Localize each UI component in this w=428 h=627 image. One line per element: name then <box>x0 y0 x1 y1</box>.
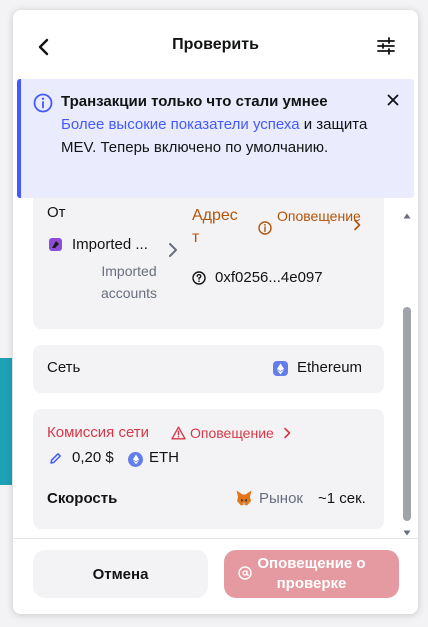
header: Проверить <box>13 10 418 80</box>
scroll-up-arrow-icon[interactable] <box>403 213 411 219</box>
to-label: Адрес т <box>192 207 238 246</box>
from-account-name[interactable]: Imported ... <box>72 236 148 253</box>
chevron-right-icon[interactable] <box>353 219 361 231</box>
network-label: Сеть <box>47 359 81 376</box>
sliders-icon <box>377 37 395 55</box>
arrow-right-icon <box>169 243 177 257</box>
network-fee-card: Комиссия сети Оповещение 0,20 $ ETH Скор… <box>33 409 384 529</box>
fee-alert-label[interactable]: Оповещение <box>190 425 274 441</box>
confirm-popup: Проверить Транзакции только что стали ум… <box>13 10 418 614</box>
close-icon[interactable] <box>386 93 400 107</box>
speed-label: Скорость <box>47 490 118 507</box>
info-banner: Транзакции только что стали умнее Более … <box>17 79 414 198</box>
footer: Отмена Оповещение о проверке <box>13 538 418 614</box>
page-title: Проверить <box>172 36 259 53</box>
scrollbar-thumb[interactable] <box>403 307 411 521</box>
fee-label: Комиссия сети <box>47 424 150 441</box>
background-panel <box>0 358 12 485</box>
banner-text: Транзакции только что стали умнее Более … <box>61 90 381 159</box>
fee-amount: 0,20 $ <box>72 449 114 466</box>
from-account-group: Imported accounts <box>100 263 158 301</box>
edit-pencil-icon[interactable] <box>49 452 62 465</box>
question-icon <box>192 271 206 285</box>
network-card: Сеть Ethereum <box>33 345 384 393</box>
review-alert-button[interactable]: Оповещение о проверке <box>224 550 399 598</box>
eth-token-icon <box>128 452 143 467</box>
banner-link[interactable]: Более высокие показатели успеха <box>61 116 300 133</box>
settings-button[interactable] <box>375 35 397 57</box>
network-value: Ethereum <box>297 359 363 376</box>
info-icon <box>33 93 53 113</box>
fee-currency: ETH <box>149 449 179 466</box>
to-address[interactable]: 0xf0256...4e097 <box>215 269 323 286</box>
scrollbar[interactable] <box>401 198 413 538</box>
speed-time: ~1 сек. <box>318 490 366 507</box>
account-avatar-icon <box>49 238 62 251</box>
warning-triangle-icon <box>171 426 186 440</box>
ethereum-icon <box>273 361 288 376</box>
speed-mode[interactable]: Рынок <box>259 490 303 507</box>
details-scroll-area[interactable]: От Imported ... Imported accounts Адрес т… <box>13 198 418 538</box>
metamask-fox-icon <box>236 490 252 506</box>
chevron-right-icon[interactable] <box>283 427 291 439</box>
to-alert-label[interactable]: Оповещение <box>277 205 361 227</box>
from-to-card: От Imported ... Imported accounts Адрес т… <box>33 198 384 329</box>
banner-title: Транзакции только что стали умнее <box>61 93 328 110</box>
cancel-button[interactable]: Отмена <box>33 550 208 598</box>
alert-icon <box>238 566 252 580</box>
from-label: От <box>47 204 66 221</box>
alert-info-icon <box>258 221 272 235</box>
scroll-down-arrow-icon[interactable] <box>403 530 411 536</box>
review-alert-label: Оповещение о проверке <box>257 555 366 592</box>
